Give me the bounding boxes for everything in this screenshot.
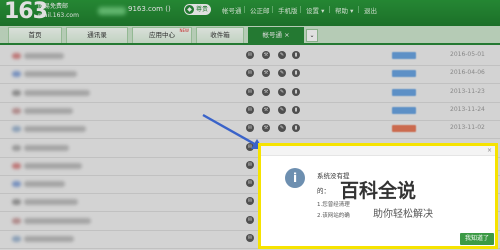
info-icon: i [285, 168, 305, 188]
watermark-subtitle: 助你轻松解决 [373, 209, 433, 220]
dialog-message-line2: 的： [317, 187, 330, 195]
info-dialog: × i 系统没有提 的： 1.您曾经清理 2.该网站的确 百科全说 助你轻松解决… [258, 143, 498, 249]
dialog-header: × [261, 146, 495, 156]
dialog-reason-2: 2.该网站的确 [317, 213, 350, 219]
mail-app-window: 163 网易免费邮 mail.163.com 9163.com () ◆ 尊贵 帐… [0, 0, 500, 250]
acknowledge-button[interactable]: 我知道了 [460, 233, 494, 245]
arrow-line [202, 113, 259, 148]
watermark-title: 百科全说 [340, 180, 417, 202]
close-icon[interactable]: × [487, 146, 492, 155]
